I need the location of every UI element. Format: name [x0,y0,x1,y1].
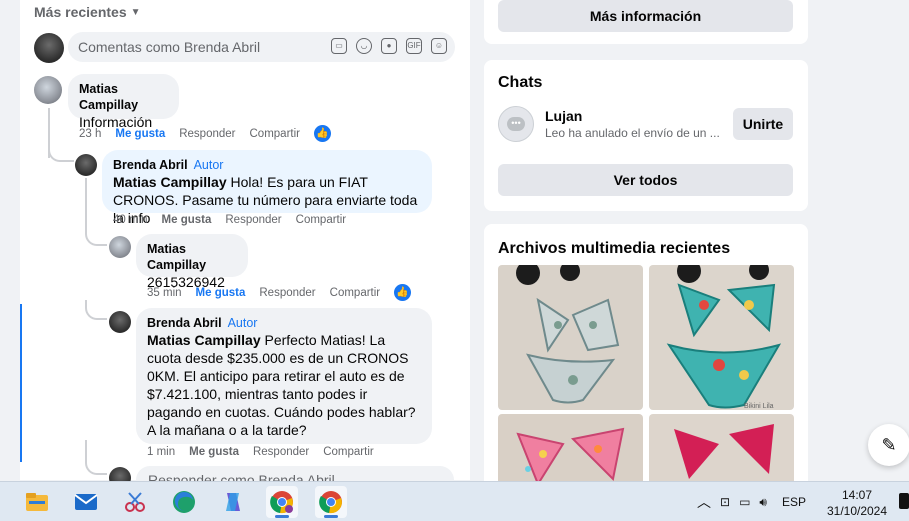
comment-actions: 40 min Me gusta Responder Compartir [113,214,346,226]
mention-link[interactable]: Matias Campillay [147,332,261,348]
avatar[interactable] [75,154,97,176]
chrome-profile-icon[interactable] [266,486,298,518]
avatar-sticker-icon[interactable]: ☺ [431,38,447,54]
emoji-icon[interactable]: ◡ [356,38,372,54]
bikini-photo-2: Bikini Lila [649,265,794,410]
comment-input[interactable]: Comentas como Brenda Abril ▭ ◡ ● GIF ☺ [68,32,455,62]
author-badge: Autor [193,158,224,172]
chats-title: Chats [498,74,543,91]
sort-label: Más recientes [34,4,127,20]
share-button[interactable]: Compartir [330,287,380,299]
file-explorer-icon[interactable] [21,486,53,518]
notification-icon[interactable] [899,493,909,509]
comment-actions: 23 h Me gusta Responder Compartir 👍 [79,125,331,142]
gif-icon[interactable]: GIF [406,38,422,54]
clock-date: 31/10/2024 [826,504,888,518]
comments-panel: Más recientes ▼ Comentas como Brenda Abr… [20,0,470,496]
mention-link[interactable]: Matias Campillay [113,174,227,190]
comment-bubble: Matias Campillay Información [68,74,179,130]
chat-preview: Leo ha anulado el envío de un ... [545,126,720,140]
share-button[interactable]: Compartir [250,128,300,140]
comment-author[interactable]: Brenda Abril [113,158,188,172]
reply-button[interactable]: Responder [259,287,315,299]
copilot-icon[interactable] [217,486,249,518]
camera-icon[interactable]: ● [381,38,397,54]
comment-author[interactable]: Brenda Abril [147,316,222,330]
comment-author[interactable]: Matias Campillay [147,241,237,273]
clock[interactable]: 14:07 31/10/2024 [820,487,894,519]
bikini-photo-1 [498,265,643,410]
comment-bubble: Matias Campillay 2615326942 [136,234,248,290]
compose-icon: ✎ [881,434,897,455]
thread-connector [48,140,74,162]
more-info-button[interactable]: Más información [498,0,793,32]
clock-time: 14:07 [841,488,873,502]
sort-dropdown[interactable]: Más recientes ▼ [34,4,141,20]
avatar[interactable] [34,76,62,104]
thread-connector [85,440,107,475]
comment-actions: 35 min Me gusta Responder Compartir 👍 [147,284,412,301]
comment-bubble: Brenda Abril Autor Matias Campillay Hola!… [102,150,432,226]
taskbar: ︿ ⊡ ▭ 🔊︎ ESP 14:07 31/10/2024 [0,481,909,521]
volume-icon[interactable]: 🔊︎ [759,495,767,510]
comment-bubble: Brenda Abril Autor Matias Campillay Perfe… [136,308,432,444]
media-thumbnail[interactable] [498,265,643,410]
edge-icon[interactable] [168,486,200,518]
author-badge: Autor [227,316,258,330]
thread-connector [85,300,107,320]
battery-icon[interactable]: ▭ [739,495,750,509]
snipping-tool-icon[interactable] [119,486,151,518]
like-button[interactable]: Me gusta [196,287,246,299]
comment-input-placeholder: Comentas como Brenda Abril [78,39,261,55]
like-reaction-icon[interactable]: 👍 [394,284,412,301]
like-button[interactable]: Me gusta [189,446,239,458]
thread-connector [85,222,107,246]
comment-time[interactable]: 1 min [147,446,175,458]
chat-bubble-icon: ••• [507,117,525,131]
media-card: Archivos multimedia recientes Bikini Lil… [484,224,808,494]
comment-actions: 1 min Me gusta Responder Compartir [147,446,374,458]
comment-time[interactable]: 40 min [113,214,148,226]
new-message-button[interactable]: ✎ [868,424,909,466]
language-indicator[interactable]: ESP [782,495,806,509]
info-card: Más información [484,0,808,44]
active-thread-indicator [20,304,22,462]
avatar[interactable] [109,236,131,258]
media-title: Archivos multimedia recientes [498,240,731,257]
like-button[interactable]: Me gusta [162,214,212,226]
sticker-icon[interactable]: ▭ [331,38,347,54]
comment-time[interactable]: 23 h [79,128,101,140]
reply-button[interactable]: Responder [179,128,235,140]
chat-avatar[interactable]: ••• [498,106,534,142]
media-watermark: Bikini Lila [744,403,774,410]
device-icon[interactable]: ⊡ [720,495,730,509]
share-button[interactable]: Compartir [296,214,346,226]
share-button[interactable]: Compartir [323,446,373,458]
see-all-button[interactable]: Ver todos [498,164,793,196]
reply-button[interactable]: Responder [225,214,281,226]
comment-time[interactable]: 35 min [147,287,182,299]
avatar[interactable] [34,33,64,63]
chevron-up-icon[interactable]: ︿ [697,492,711,512]
chat-name[interactable]: Lujan [545,108,582,124]
chrome-icon[interactable] [315,486,347,518]
mail-icon[interactable] [70,486,102,518]
like-button[interactable]: Me gusta [115,128,165,140]
join-button[interactable]: Unirte [733,108,793,140]
chats-card: Chats ••• Lujan Leo ha anulado el envío … [484,60,808,211]
caret-down-icon: ▼ [130,6,141,18]
comment-author[interactable]: Matias Campillay [79,81,168,113]
like-reaction-icon[interactable]: 👍 [313,125,331,142]
media-thumbnail[interactable]: Bikini Lila [649,265,794,410]
reply-button[interactable]: Responder [253,446,309,458]
avatar[interactable] [109,311,131,333]
